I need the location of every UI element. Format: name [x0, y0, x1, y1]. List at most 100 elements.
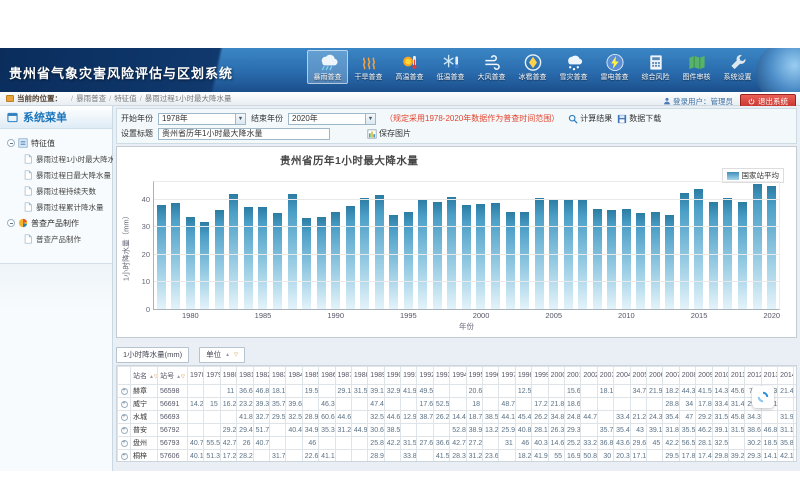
year-column-header[interactable]: 1999 [532, 367, 548, 385]
bar-1979[interactable] [171, 203, 180, 309]
bar-2001[interactable] [491, 203, 500, 309]
year-column-header[interactable]: 2004 [614, 367, 630, 385]
bar-2015[interactable] [694, 189, 703, 309]
bar-1983[interactable] [229, 194, 238, 309]
start-year-select[interactable]: 1978年▼ [158, 113, 246, 125]
year-column-header[interactable]: 1982 [253, 367, 269, 385]
year-column-header[interactable]: 1983 [269, 367, 285, 385]
breadcrumb-item[interactable]: 暴雨过程1小时最大降水量 [145, 94, 232, 103]
year-column-header[interactable]: 2001 [564, 367, 580, 385]
row-expand-icon[interactable]: + [121, 414, 128, 421]
collapse-icon[interactable] [7, 219, 15, 227]
bar-1999[interactable] [462, 205, 471, 309]
nav-item-7[interactable]: 雪灾普查 [553, 50, 594, 84]
year-column-header[interactable]: 1993 [433, 367, 449, 385]
year-column-header[interactable]: 1987 [335, 367, 351, 385]
bar-1988[interactable] [302, 218, 311, 309]
sidebar-item[interactable]: 暴雨过程持续天数 [3, 183, 109, 199]
element-filter-button[interactable]: 1小时降水量(mm) [116, 347, 189, 363]
year-column-header[interactable]: 1978 [188, 367, 204, 385]
nav-item-3[interactable]: 高温普查 [389, 50, 430, 84]
year-column-header[interactable]: 2010 [712, 367, 728, 385]
row-expand-icon[interactable]: + [121, 440, 128, 447]
year-column-header[interactable]: 1981 [237, 367, 253, 385]
year-column-header[interactable]: 2015 [794, 367, 797, 385]
year-column-header[interactable]: 2002 [581, 367, 597, 385]
year-column-header[interactable]: 1991 [401, 367, 417, 385]
bar-1987[interactable] [288, 194, 297, 309]
bar-2016[interactable] [709, 202, 718, 309]
year-column-header[interactable]: 1979 [204, 367, 220, 385]
station-id-column-header[interactable]: 站号 ▲▽ [158, 367, 188, 385]
end-year-select[interactable]: 2020年▼ [288, 113, 376, 125]
download-button[interactable]: 数据下载 [617, 113, 661, 124]
bar-1982[interactable] [215, 210, 224, 309]
year-column-header[interactable]: 1984 [286, 367, 302, 385]
bar-2010[interactable] [622, 209, 631, 309]
sort-desc-icon[interactable]: ▽ [181, 374, 185, 380]
year-column-header[interactable]: 1992 [417, 367, 433, 385]
bar-1984[interactable] [244, 207, 253, 309]
nav-item-1[interactable]: 暴雨普查 [307, 50, 348, 84]
nav-item-8[interactable]: 雷电普查 [594, 50, 635, 84]
year-column-header[interactable]: 1996 [483, 367, 499, 385]
year-column-header[interactable]: 2012 [745, 367, 761, 385]
unit-sort-control[interactable]: 单位 ▲ ▽ [199, 347, 245, 363]
year-column-header[interactable]: 1995 [466, 367, 482, 385]
nav-item-5[interactable]: 大风普查 [471, 50, 512, 84]
bar-2019[interactable] [753, 184, 762, 309]
year-column-header[interactable]: 1989 [368, 367, 384, 385]
breadcrumb-item[interactable]: 暴雨普查 [76, 94, 106, 103]
save-image-button[interactable]: 保存图片 [367, 128, 411, 139]
row-expand-icon[interactable]: + [121, 401, 128, 408]
year-column-header[interactable]: 2006 [646, 367, 662, 385]
bar-1997[interactable] [433, 202, 442, 309]
nav-item-9[interactable]: 综合风险 [635, 50, 676, 84]
bar-2020[interactable] [767, 186, 776, 309]
bar-2000[interactable] [476, 204, 485, 309]
sidebar-item[interactable]: 暴雨过程日最大降水量 [3, 167, 109, 183]
bar-1994[interactable] [389, 215, 398, 309]
row-expand-icon[interactable]: + [121, 427, 128, 434]
bar-1981[interactable] [200, 222, 209, 309]
sidebar-item[interactable]: 暴雨过程累计降水量 [3, 199, 109, 215]
year-column-header[interactable]: 2009 [696, 367, 712, 385]
breadcrumb-item[interactable]: 特征值 [114, 94, 137, 103]
sidebar-item[interactable]: 普查产品制作 [3, 231, 109, 247]
year-column-header[interactable]: 2005 [630, 367, 646, 385]
year-column-header[interactable]: 1980 [220, 367, 236, 385]
row-expand-icon[interactable]: + [121, 388, 128, 395]
year-column-header[interactable]: 2013 [761, 367, 777, 385]
bar-1978[interactable] [157, 205, 166, 309]
sidebar-group-1[interactable]: 特征值 [3, 135, 109, 151]
chart-title-input[interactable] [158, 128, 330, 140]
year-column-header[interactable]: 1986 [319, 367, 335, 385]
bar-1989[interactable] [317, 217, 326, 309]
nav-item-4[interactable]: 低温普查 [430, 50, 471, 84]
nav-item-11[interactable]: 系统设置 [717, 50, 758, 84]
year-column-header[interactable]: 2008 [679, 367, 695, 385]
row-expand-icon[interactable]: + [121, 453, 128, 460]
bar-1991[interactable] [346, 206, 355, 309]
year-column-header[interactable]: 1998 [515, 367, 531, 385]
bar-2008[interactable] [593, 209, 602, 309]
collapse-icon[interactable] [7, 139, 15, 147]
year-column-header[interactable]: 2011 [728, 367, 744, 385]
year-column-header[interactable]: 1990 [384, 367, 400, 385]
bar-1980[interactable] [186, 217, 195, 309]
year-column-header[interactable]: 2003 [597, 367, 613, 385]
nav-item-6[interactable]: 冰雹普查 [512, 50, 553, 84]
year-column-header[interactable]: 2014 [778, 367, 794, 385]
calculate-button[interactable]: 计算结果 [568, 113, 612, 124]
bar-2013[interactable] [665, 215, 674, 309]
bar-1985[interactable] [258, 207, 267, 309]
bar-2014[interactable] [680, 193, 689, 309]
bar-1986[interactable] [273, 213, 282, 309]
bar-1993[interactable] [375, 195, 384, 309]
year-column-header[interactable]: 1997 [499, 367, 515, 385]
nav-item-2[interactable]: 干旱普查 [348, 50, 389, 84]
year-column-header[interactable]: 2000 [548, 367, 564, 385]
nav-item-10[interactable]: 图件审核 [676, 50, 717, 84]
sidebar-group-2[interactable]: 普查产品制作 [3, 215, 109, 231]
year-column-header[interactable]: 1994 [450, 367, 466, 385]
